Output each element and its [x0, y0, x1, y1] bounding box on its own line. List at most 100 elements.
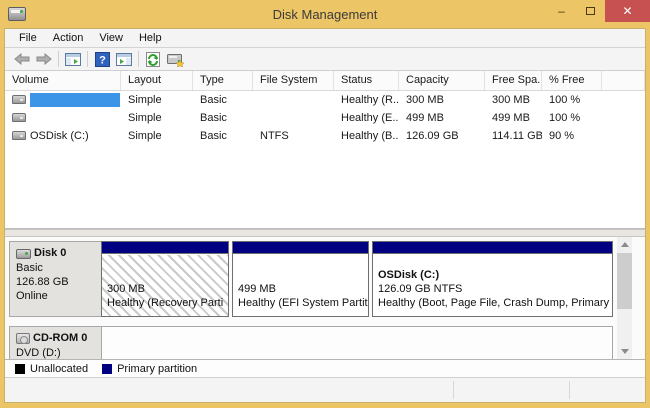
disk0-status: Online: [16, 289, 101, 303]
column-header-free-space[interactable]: Free Spa...: [485, 71, 542, 90]
maximize-icon: [586, 7, 595, 15]
scrollbar-thumb[interactable]: [617, 253, 632, 309]
cdrom-media: DVD (D:): [16, 346, 101, 359]
cell-file-system: NTFS: [253, 130, 334, 142]
cell-percent-free: 100 %: [542, 112, 602, 124]
cell-type: Basic: [193, 130, 253, 142]
scroll-up-icon: [621, 242, 629, 247]
refresh-button[interactable]: [142, 50, 164, 69]
column-header-file-system[interactable]: File System: [253, 71, 334, 90]
partition-color-bar: [373, 242, 612, 254]
cdrom-region[interactable]: [101, 326, 613, 359]
cell-capacity: 300 MB: [399, 94, 485, 106]
menu-file[interactable]: File: [11, 30, 45, 46]
partition-status: Healthy (EFI System Partit: [238, 296, 368, 310]
partition-title: OSDisk (C:): [378, 268, 612, 282]
close-button[interactable]: ✕: [605, 0, 650, 22]
refresh-icon: [146, 52, 160, 67]
graphical-view-pane: Disk 0 Basic 126.88 GB Online 300 MB Hea…: [5, 237, 645, 359]
menu-help[interactable]: Help: [131, 30, 170, 46]
action-pane-icon: [116, 53, 132, 66]
column-header-volume[interactable]: Volume: [5, 71, 121, 90]
console-window-icon: [65, 53, 81, 66]
volume-icon: [12, 95, 26, 104]
partition-status: Healthy (Recovery Parti: [107, 296, 228, 310]
help-icon: ?: [95, 52, 110, 67]
scroll-down-button[interactable]: [617, 344, 632, 359]
cell-status: Healthy (B...: [334, 130, 399, 142]
column-header-status[interactable]: Status: [334, 71, 399, 90]
cell-free-space: 499 MB: [485, 112, 542, 124]
table-row[interactable]: OSDisk (C:) Simple Basic NTFS Healthy (B…: [5, 127, 645, 145]
table-header: Volume Layout Type File System Status Ca…: [5, 71, 645, 91]
cd-rom-icon: [16, 333, 30, 344]
scroll-up-button[interactable]: [617, 237, 632, 252]
forward-arrow-icon: [36, 53, 52, 65]
cdrom-label-panel[interactable]: CD-ROM 0 DVD (D:): [9, 326, 102, 359]
volume-name: OSDisk (C:): [30, 130, 89, 142]
legend-bar: Unallocated Primary partition: [5, 359, 645, 377]
menu-view[interactable]: View: [91, 30, 131, 46]
menu-action[interactable]: Action: [45, 30, 92, 46]
cell-layout: Simple: [121, 94, 193, 106]
legend-label-unallocated: Unallocated: [30, 363, 88, 375]
window-content: File Action View Help ?: [4, 28, 646, 403]
rescan-disks-button[interactable]: [164, 50, 186, 69]
volume-icon: [12, 131, 26, 140]
column-header-percent-free[interactable]: % Free: [542, 71, 602, 90]
partition-color-bar: [233, 242, 368, 254]
legend-label-primary-partition: Primary partition: [117, 363, 197, 375]
maximize-button[interactable]: [576, 0, 605, 22]
partition-size: 499 MB: [238, 282, 368, 296]
cell-type: Basic: [193, 112, 253, 124]
toolbar-separator: [138, 51, 139, 67]
column-header-layout[interactable]: Layout: [121, 71, 193, 90]
back-arrow-icon: [14, 53, 30, 65]
partition-recovery[interactable]: 300 MB Healthy (Recovery Parti: [101, 241, 229, 317]
toolbar-separator: [58, 51, 59, 67]
scroll-down-icon: [621, 349, 629, 354]
cell-percent-free: 100 %: [542, 94, 602, 106]
partition-color-bar: [102, 242, 228, 254]
table-row[interactable]: Simple Basic Healthy (R... 300 MB 300 MB…: [5, 91, 645, 109]
volume-list-panel: Volume Layout Type File System Status Ca…: [5, 71, 645, 229]
cell-layout: Simple: [121, 130, 193, 142]
rescan-disks-icon: [167, 52, 184, 67]
back-button[interactable]: [11, 50, 33, 69]
show-console-tree-button[interactable]: [62, 50, 84, 69]
partition-osdisk[interactable]: OSDisk (C:) 126.09 GB NTFS Healthy (Boot…: [372, 241, 613, 317]
cdrom-name: CD-ROM 0: [33, 331, 87, 346]
cell-capacity: 499 MB: [399, 112, 485, 124]
vertical-scrollbar[interactable]: [617, 237, 632, 359]
cell-percent-free: 90 %: [542, 130, 602, 142]
partition-efi[interactable]: 499 MB Healthy (EFI System Partit: [232, 241, 369, 317]
title-bar: Disk Management – ✕: [0, 0, 650, 28]
partition-size: 126.09 GB NTFS: [378, 282, 612, 296]
selected-volume-name[interactable]: [30, 93, 120, 107]
minimize-button[interactable]: –: [547, 0, 576, 22]
primary-partition-swatch: [102, 364, 112, 374]
column-header-filler: [602, 71, 645, 90]
volume-icon: [12, 113, 26, 122]
cell-type: Basic: [193, 94, 253, 106]
cell-status: Healthy (R...: [334, 94, 399, 106]
partition-status: Healthy (Boot, Page File, Crash Dump, Pr…: [378, 296, 612, 310]
disk0-label-panel[interactable]: Disk 0 Basic 126.88 GB Online: [9, 241, 102, 317]
status-bar: [5, 377, 645, 402]
cell-status: Healthy (E...: [334, 112, 399, 124]
pane-splitter[interactable]: [5, 229, 645, 237]
show-action-pane-button[interactable]: [113, 50, 135, 69]
help-button[interactable]: ?: [91, 50, 113, 69]
disk-management-window: Disk Management – ✕ File Action View Hel…: [0, 0, 650, 408]
menu-bar: File Action View Help: [5, 29, 645, 48]
status-separator: [453, 381, 454, 399]
cell-free-space: 114.11 GB: [485, 130, 542, 142]
forward-button[interactable]: [33, 50, 55, 69]
status-separator: [569, 381, 570, 399]
cell-free-space: 300 MB: [485, 94, 542, 106]
toolbar: ?: [5, 48, 645, 71]
column-header-type[interactable]: Type: [193, 71, 253, 90]
column-header-capacity[interactable]: Capacity: [399, 71, 485, 90]
disk0-size: 126.88 GB: [16, 275, 101, 289]
table-row[interactable]: Simple Basic Healthy (E... 499 MB 499 MB…: [5, 109, 645, 127]
